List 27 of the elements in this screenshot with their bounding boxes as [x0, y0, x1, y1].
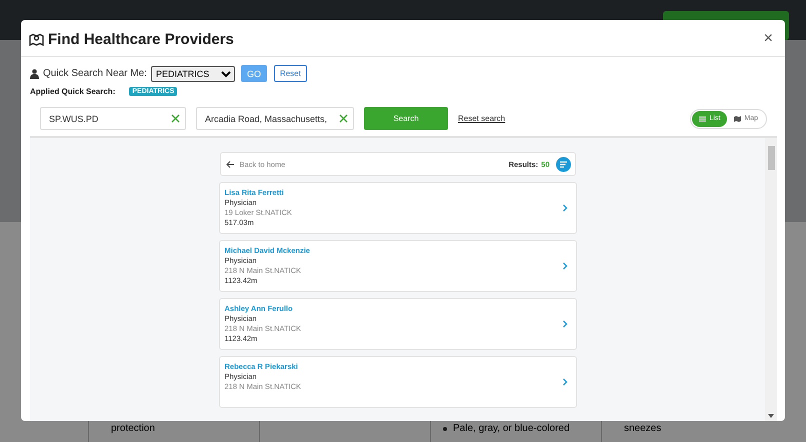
scroll-down-icon[interactable]	[768, 414, 774, 418]
arrow-left-icon	[226, 160, 234, 168]
scrollbar[interactable]	[765, 138, 777, 421]
background-text: protection	[111, 423, 155, 434]
scrollbar-thumb[interactable]	[768, 146, 775, 170]
map-icon	[734, 116, 742, 122]
person-icon	[30, 68, 39, 78]
reset-search-link[interactable]: Reset search	[458, 114, 506, 123]
chevron-right-icon	[562, 378, 568, 386]
list-icon	[699, 116, 706, 122]
map-pin-icon	[29, 32, 44, 46]
close-button[interactable]: ×	[762, 30, 775, 48]
location-field[interactable]: Arcadia Road, Massachusetts,	[196, 107, 354, 130]
clear-icon[interactable]	[171, 114, 180, 123]
applied-search-label: Applied Quick Search:	[30, 87, 116, 96]
specialty-dropdown[interactable]: PEDIATRICS	[150, 66, 235, 82]
background-text: Pale, gray, or blue-colored	[453, 423, 570, 434]
chevron-right-icon	[562, 320, 568, 328]
background-text: sneezes	[624, 423, 662, 434]
keyword-field[interactable]: SP.WUS.PD	[40, 107, 186, 130]
reset-button[interactable]: Reset	[274, 65, 307, 82]
quick-search-label: Quick Search Near Me:	[43, 68, 147, 79]
clear-icon[interactable]	[339, 114, 348, 123]
modal-title: Find Healthcare Providers	[48, 30, 235, 48]
chevron-right-icon	[562, 204, 568, 212]
chevron-right-icon	[562, 262, 568, 270]
filter-icon[interactable]	[556, 156, 570, 172]
